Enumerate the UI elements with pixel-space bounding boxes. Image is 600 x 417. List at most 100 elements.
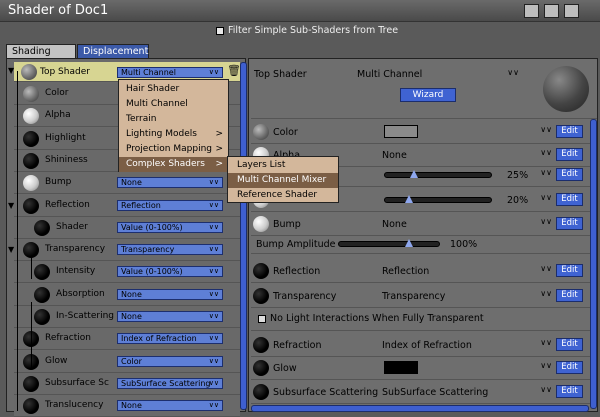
shader-dropdown[interactable]: Index of Refraction ∨∨ — [117, 333, 223, 345]
minimize-button[interactable] — [524, 4, 539, 18]
channel-preview-icon — [253, 216, 269, 232]
color-swatch[interactable] — [384, 361, 418, 374]
menu-item[interactable]: Projection Mapping > — [119, 142, 228, 157]
filter-checkbox[interactable] — [216, 27, 224, 35]
chevron-down-icon[interactable]: ∨∨ — [540, 338, 552, 347]
shader-dropdown[interactable]: Color ∨∨ — [117, 355, 223, 367]
trash-icon[interactable]: 🗑 — [227, 64, 241, 77]
submenu-item[interactable]: Reference Shader — [228, 188, 338, 203]
menu-item-label: Lighting Models — [126, 129, 197, 139]
chevron-down-icon[interactable]: ∨∨ — [540, 168, 552, 177]
bump-amplitude-slider[interactable] — [338, 239, 440, 247]
tree-row[interactable]: Refraction Index of Refraction ∨∨ — [14, 328, 240, 351]
shader-dropdown[interactable]: None ∨∨ — [117, 311, 223, 322]
edit-button[interactable]: Edit — [556, 385, 583, 398]
chevron-down-icon[interactable]: ∨∨ — [540, 361, 552, 370]
top-shader-row: Top Shader Multi Channel ∨∨ Wizard — [251, 61, 597, 119]
slider-thumb[interactable] — [405, 195, 413, 203]
chevron-down-icon: ∨∨ — [208, 356, 219, 365]
submenu-arrow-icon: > — [215, 159, 223, 169]
shader-dropdown[interactable]: None ∨∨ — [117, 400, 223, 412]
tab-displacement[interactable]: Displacement — [77, 44, 149, 58]
tree-row[interactable]: Absorption None ∨∨ — [14, 283, 240, 306]
left-scrollbar[interactable] — [240, 62, 247, 410]
shader-preview-icon — [23, 130, 39, 147]
chevron-down-icon: ∨∨ — [208, 222, 219, 231]
tree-row[interactable]: Bump None ∨∨ — [14, 172, 240, 195]
chevron-down-icon[interactable]: ∨∨ — [540, 385, 552, 394]
shader-dropdown[interactable]: Transparency ∨∨ — [117, 244, 223, 256]
value-slider[interactable] — [384, 195, 492, 203]
shader-dropdown[interactable]: None ∨∨ — [117, 288, 223, 300]
dropdown-value: None — [121, 312, 142, 321]
right-hscrollbar[interactable] — [251, 405, 589, 412]
tree-row[interactable]: In-Scattering None ∨∨ — [14, 306, 240, 328]
value-slider[interactable] — [384, 170, 492, 178]
tree-row[interactable]: Subsurface Sc SubSurface Scattering ∨∨ — [14, 372, 240, 395]
channel-label: Bump — [273, 219, 301, 230]
chevron-down-icon: ∨∨ — [208, 289, 219, 298]
top-shader-chevron-icon[interactable]: ∨∨ — [507, 68, 519, 77]
edit-button[interactable]: Edit — [556, 148, 583, 161]
tree-row[interactable]: Glow Color ∨∨ — [14, 350, 240, 373]
edit-button[interactable]: Edit — [556, 168, 583, 181]
tree-label: Alpha — [45, 110, 71, 121]
tree-row[interactable]: ▼ Reflection Reflection ∨∨ — [8, 194, 240, 217]
right-scrollbar[interactable] — [590, 119, 597, 409]
shader-preview-icon — [34, 219, 50, 236]
dropdown-value: Value (0-100%) — [121, 267, 183, 277]
edit-button[interactable]: Edit — [556, 217, 583, 230]
collapse-triangle-icon[interactable]: ▼ — [8, 66, 14, 75]
menu-item[interactable]: Multi Channel — [119, 97, 228, 112]
chevron-down-icon[interactable]: ∨∨ — [540, 125, 552, 134]
collapse-triangle-icon[interactable]: ▼ — [8, 201, 14, 210]
shader-dropdown[interactable]: None ∨∨ — [117, 177, 223, 189]
menu-item[interactable]: Lighting Models > — [119, 127, 228, 142]
wizard-button[interactable]: Wizard — [400, 88, 456, 102]
menu-item[interactable]: Complex Shaders > — [119, 157, 228, 172]
edit-button[interactable]: Edit — [556, 193, 583, 206]
shader-preview-icon — [34, 286, 50, 303]
no-light-checkbox[interactable] — [258, 315, 266, 323]
slider-thumb[interactable] — [410, 170, 418, 178]
chevron-down-icon[interactable]: ∨∨ — [540, 193, 552, 202]
shader-dropdown[interactable]: Value (0-100%) ∨∨ — [117, 266, 223, 278]
shader-dropdown[interactable]: SubSurface Scattering ∨∨ — [117, 377, 223, 389]
submenu-item[interactable]: Multi Channel Mixer — [228, 173, 338, 188]
collapse-triangle-icon[interactable]: ▼ — [8, 245, 14, 254]
channel-value: Index of Refraction — [382, 340, 472, 351]
tree-label: Reflection — [45, 199, 90, 210]
shader-dropdown[interactable]: Reflection ∨∨ — [117, 199, 223, 211]
shader-preview-icon — [34, 264, 50, 281]
chevron-down-icon[interactable]: ∨∨ — [540, 289, 552, 298]
edit-button[interactable]: Edit — [556, 361, 583, 374]
no-light-row: No Light Interactions When Fully Transpa… — [251, 309, 597, 331]
channel-label: Transparency — [273, 291, 337, 302]
edit-button[interactable]: Edit — [556, 125, 583, 138]
menu-item[interactable]: Hair Shader — [119, 82, 228, 97]
submenu-item[interactable]: Layers List — [228, 158, 338, 173]
edit-button[interactable]: Edit — [556, 264, 583, 277]
chevron-down-icon[interactable]: ∨∨ — [540, 217, 552, 226]
edit-button[interactable]: Edit — [556, 289, 583, 302]
shader-dropdown[interactable]: Value (0-100%) ∨∨ — [117, 221, 223, 233]
dropdown-value: Value (0-100%) — [121, 222, 183, 232]
shader-dropdown[interactable]: Multi Channel ∨∨ — [117, 67, 223, 78]
close-button[interactable] — [564, 4, 579, 18]
tree-row[interactable]: Intensity Value (0-100%) ∨∨ — [14, 261, 240, 284]
menu-item[interactable]: Terrain — [119, 112, 228, 127]
channel-preview-icon — [253, 360, 269, 376]
color-swatch[interactable] — [384, 125, 418, 138]
tree-row[interactable]: Shader Value (0-100%) ∨∨ — [14, 216, 240, 239]
tab-shading[interactable]: Shading — [6, 44, 76, 58]
chevron-down-icon[interactable]: ∨∨ — [540, 264, 552, 273]
tree-line — [17, 71, 18, 411]
title-bar[interactable]: Shader of Doc1 — [0, 0, 600, 22]
chevron-down-icon: ∨∨ — [208, 378, 219, 387]
menu-item-label: Terrain — [126, 114, 157, 124]
slider-thumb[interactable] — [405, 239, 413, 247]
edit-button[interactable]: Edit — [556, 338, 583, 351]
tree-row[interactable]: ▼ Transparency Transparency ∨∨ — [8, 239, 240, 262]
chevron-down-icon[interactable]: ∨∨ — [540, 148, 552, 157]
zoom-button[interactable] — [544, 4, 559, 18]
